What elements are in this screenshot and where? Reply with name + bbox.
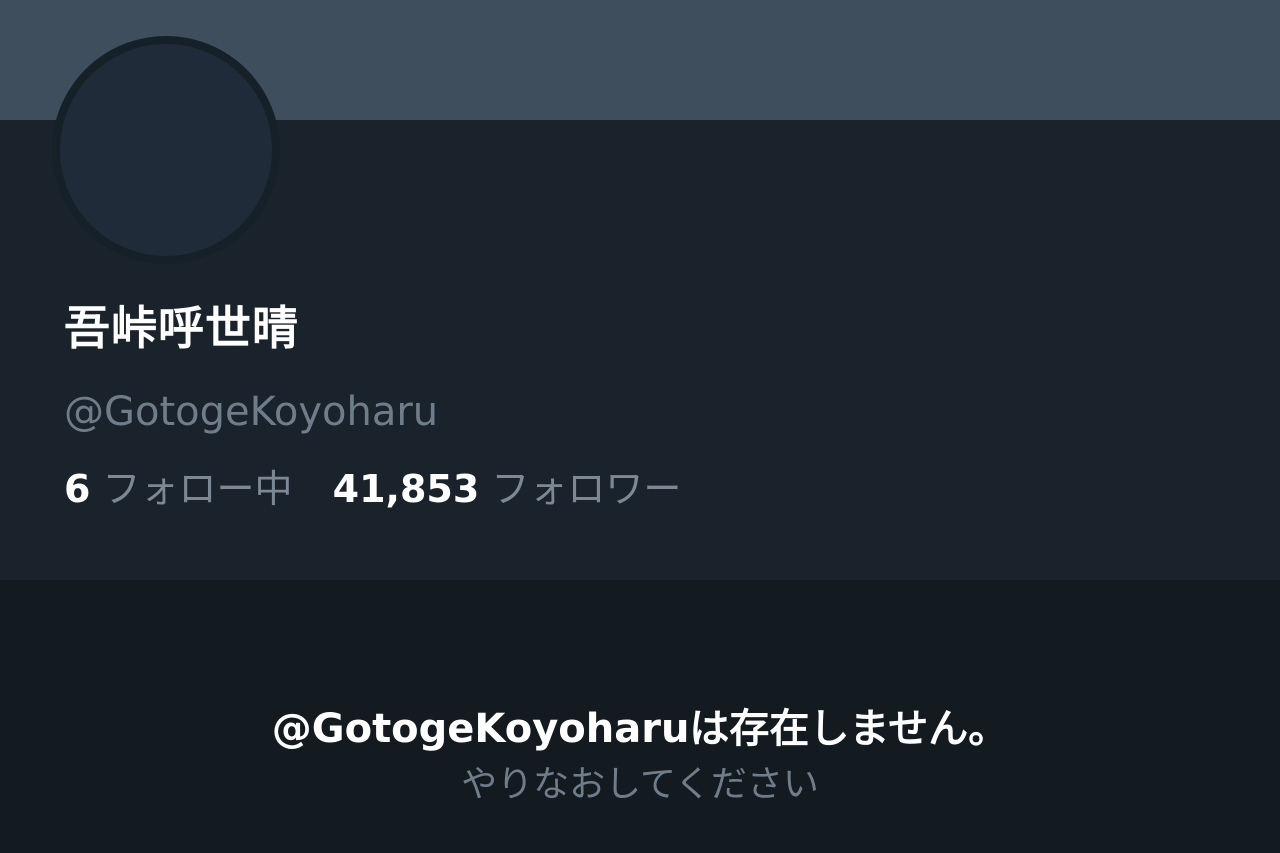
- following-count: 6: [64, 467, 91, 511]
- account-not-found-message: @GotogeKoyoharuは存在しません。: [271, 706, 1009, 752]
- followers-stat[interactable]: 41,853 フォロワー: [333, 458, 682, 513]
- profile-stats: 6 フォロー中 41,853 フォロワー: [64, 458, 681, 513]
- followers-count: 41,853: [332, 467, 480, 511]
- following-stat[interactable]: 6 フォロー中: [64, 458, 293, 513]
- following-label: フォロー中: [102, 467, 293, 511]
- followers-label: フォロワー: [491, 467, 682, 511]
- retry-hint: やりなおしてください: [461, 764, 819, 805]
- profile-handle: @GotogeKoyoharu: [64, 389, 439, 435]
- display-name: 吾峠呼世晴: [64, 301, 299, 355]
- avatar: [52, 36, 280, 264]
